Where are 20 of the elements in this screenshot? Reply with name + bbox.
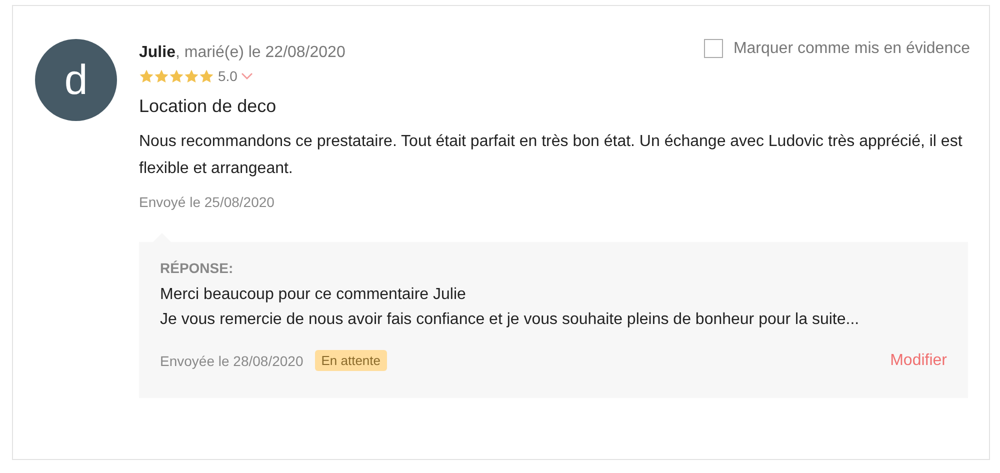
sent-date: Envoyé le 25/08/2020 xyxy=(139,194,276,210)
star-icon xyxy=(139,68,154,84)
reply-text: Merci beaucoup pour ce commentaire Julie xyxy=(160,285,467,305)
caret-icon[interactable] xyxy=(241,72,254,80)
review-text: Nous recommandons ce prestataire. Tout était parfait en très bon état. Un échange avec Ludovic très apprécié, il est flexible et arrangeant. xyxy=(139,132,964,179)
star-icon xyxy=(199,68,214,84)
rating-value: 5.0 xyxy=(218,68,238,84)
avatar: d xyxy=(35,39,117,121)
review-title: Location de deco xyxy=(139,96,278,117)
reply-date: Envoyée le 28/08/2020 xyxy=(160,352,304,368)
edit-link[interactable]: Modifier xyxy=(890,352,947,370)
checkbox[interactable] xyxy=(704,39,724,58)
reply-text: Je vous remercie de nous avoir fais confiance et je vous souhaite pleins de bonheur pour la suite... xyxy=(160,310,860,330)
checkbox-label[interactable]: Marquer comme mis en évidence xyxy=(733,40,970,58)
star-icon xyxy=(184,68,199,84)
author-line: Julie, marié(e) le 22/08/2020 xyxy=(139,44,346,62)
status-badge: En attente xyxy=(315,350,387,371)
star-icon xyxy=(169,68,184,84)
star-icon xyxy=(154,68,169,84)
reply-heading: RÉPONSE: xyxy=(160,260,234,276)
